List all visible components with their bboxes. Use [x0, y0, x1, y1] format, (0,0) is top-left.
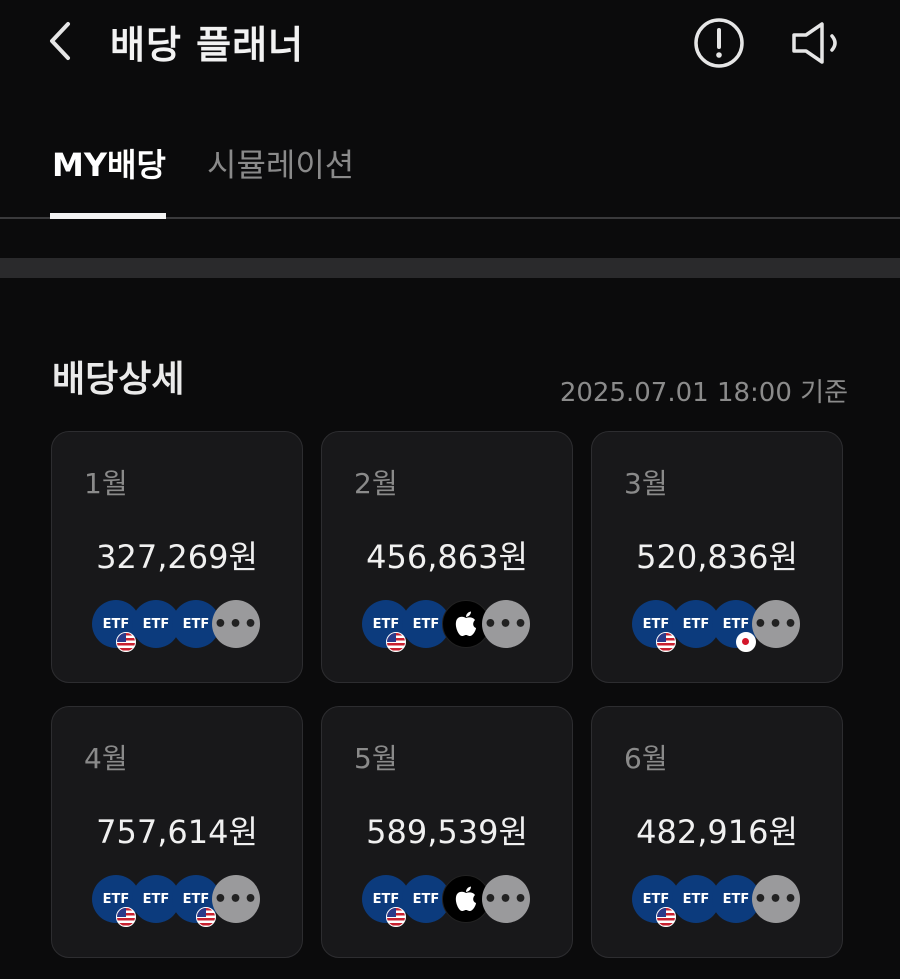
- dividend-amount: 757,614원: [96, 813, 258, 851]
- info-button[interactable]: [692, 16, 746, 70]
- month-card[interactable]: 2월 456,863원 ETF ETF •••: [321, 431, 573, 683]
- more-icon: •••: [482, 600, 530, 648]
- holding-icons: ETF ETF ETF •••: [632, 600, 832, 652]
- holding-icons: ETF ETF ETF •••: [92, 875, 292, 927]
- holding-icons: ETF ETF ETF •••: [632, 875, 832, 927]
- month-card[interactable]: 5월 589,539원 ETF ETF •••: [321, 706, 573, 958]
- month-card[interactable]: 6월 482,916원 ETF ETF ETF •••: [591, 706, 843, 958]
- us-flag-icon: [116, 632, 136, 652]
- more-icon: •••: [752, 600, 800, 648]
- section-divider: [0, 258, 900, 278]
- active-tab-indicator: [50, 213, 166, 219]
- page-title: 배당 플래너: [110, 23, 305, 67]
- exclamation-circle-icon: [694, 18, 744, 68]
- tab-simulation[interactable]: 시뮬레이션: [207, 140, 354, 186]
- tab-bar: MY배당 시뮬레이션: [0, 120, 900, 220]
- speaker-icon: [792, 22, 837, 64]
- more-icon: •••: [212, 875, 260, 923]
- month-label: 2월: [354, 467, 398, 500]
- more-icon: •••: [212, 600, 260, 648]
- month-label: 1월: [84, 467, 128, 500]
- app-header: 배당 플래너: [0, 0, 900, 90]
- back-button[interactable]: [38, 18, 84, 64]
- sound-button[interactable]: [788, 16, 848, 70]
- more-icon: •••: [752, 875, 800, 923]
- timestamp: 2025.07.01 18:00 기준: [559, 378, 848, 408]
- us-flag-icon: [386, 632, 406, 652]
- dividend-amount: 456,863원: [366, 538, 528, 576]
- dividend-amount: 520,836원: [636, 538, 798, 576]
- holding-icons: ETF ETF •••: [362, 875, 562, 927]
- holding-icons: ETF ETF ETF •••: [92, 600, 292, 652]
- tab-my-dividend[interactable]: MY배당: [52, 140, 166, 186]
- dividend-amount: 482,916원: [636, 813, 798, 851]
- more-icon: •••: [482, 875, 530, 923]
- dividend-amount: 327,269원: [96, 538, 258, 576]
- us-flag-icon: [386, 907, 406, 927]
- us-flag-icon: [656, 907, 676, 927]
- month-label: 4월: [84, 742, 128, 775]
- month-card[interactable]: 4월 757,614원 ETF ETF ETF •••: [51, 706, 303, 958]
- us-flag-icon: [656, 632, 676, 652]
- section-title: 배당상세: [52, 359, 185, 400]
- holding-icons: ETF ETF •••: [362, 600, 562, 652]
- month-label: 6월: [624, 742, 668, 775]
- month-card[interactable]: 3월 520,836원 ETF ETF ETF •••: [591, 431, 843, 683]
- month-card[interactable]: 1월 327,269원 ETF ETF ETF •••: [51, 431, 303, 683]
- dividend-amount: 589,539원: [366, 813, 528, 851]
- us-flag-icon: [116, 907, 136, 927]
- month-label: 5월: [354, 742, 398, 775]
- chevron-left-icon: [50, 22, 70, 60]
- month-label: 3월: [624, 467, 668, 500]
